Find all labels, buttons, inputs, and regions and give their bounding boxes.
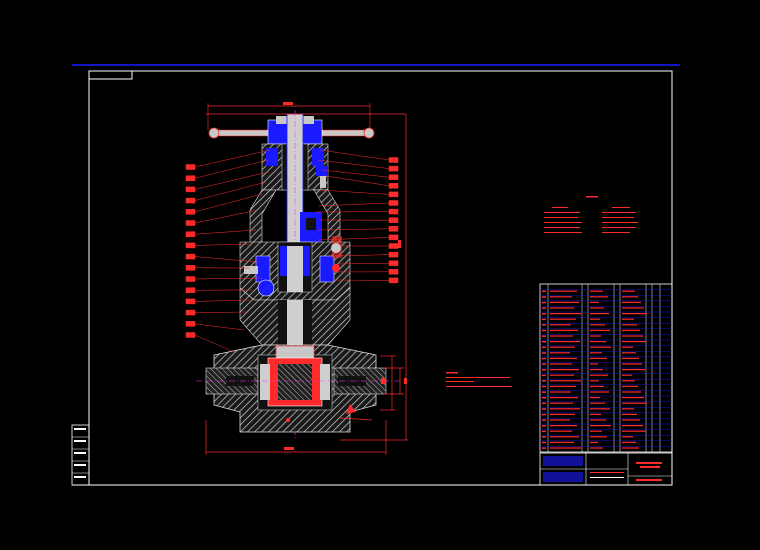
left-side-revision-block: [71, 424, 90, 486]
bom-row: [542, 419, 640, 421]
left-callout-label: [185, 186, 196, 193]
right-callout-leader: [317, 159, 390, 169]
bom-row: [542, 324, 637, 326]
left-callout-label: [185, 209, 196, 215]
left-callout-leader: [194, 323, 245, 331]
bom-row: [542, 391, 641, 393]
left-callout-label: [185, 220, 196, 226]
right-callout-leader: [321, 169, 390, 178]
right-callout-label: [388, 226, 399, 232]
bom-row: [542, 346, 633, 349]
left-callout-label: [185, 276, 196, 282]
right-callout-label: [388, 260, 399, 266]
bom-row: [542, 380, 635, 382]
right-callout-label: [388, 251, 399, 258]
left-callout-leader: [194, 181, 267, 201]
left-callout-label: [185, 242, 196, 249]
bom-row: [542, 441, 636, 444]
left-callout-label: [185, 197, 196, 204]
left-callout-label: [185, 332, 196, 338]
right-callout-label: [388, 174, 399, 180]
bom-row: [542, 402, 647, 405]
right-callout-label: [388, 208, 399, 215]
bom-row: [542, 374, 632, 377]
right-callout-leader: [319, 149, 390, 161]
bom-row: [542, 341, 646, 343]
bom-row: [542, 301, 641, 304]
bom-row: [542, 363, 642, 365]
frame-corner-label-box: [88, 70, 133, 80]
bom-row: [542, 290, 635, 293]
bom-row: [542, 296, 638, 298]
bom-row: [542, 425, 643, 427]
left-callout-label: [185, 265, 196, 271]
right-callout-label: [388, 183, 399, 189]
bom-row: [542, 335, 643, 337]
cad-drawing-canvas: [71, 64, 680, 486]
left-callout-label: [185, 164, 196, 170]
bom-row: [542, 447, 639, 449]
bom-row: [542, 385, 638, 388]
bom-row: [542, 357, 639, 360]
left-callout-label: [185, 298, 196, 305]
left-callout-label: [185, 309, 196, 316]
right-callout-label: [388, 277, 399, 284]
bom-row: [542, 352, 636, 354]
left-callout-leader: [194, 311, 247, 313]
technical-requirements-block: [544, 196, 638, 233]
right-callout-label: [388, 234, 399, 241]
bom-row: [542, 436, 633, 438]
gate-valve-section-icon: [196, 102, 400, 440]
left-callout-leader: [194, 171, 269, 190]
left-callout-label: [185, 321, 196, 327]
left-callout-leader: [194, 209, 259, 224]
left-callout-leader: [194, 149, 271, 168]
right-callout-label: [388, 217, 399, 223]
bom-row: [542, 397, 644, 399]
right-callout-label: [388, 157, 399, 163]
left-callout-leader: [194, 229, 257, 235]
left-callout-leader: [194, 334, 235, 353]
right-callout-label: [388, 165, 399, 172]
left-callout-label: [185, 253, 196, 260]
bom-row: [542, 430, 646, 433]
bom-row: [542, 369, 645, 371]
right-callout-leader: [325, 175, 390, 187]
left-callout-leader: [194, 159, 269, 179]
right-callout-label: [388, 269, 399, 275]
bom-row: [542, 329, 640, 332]
right-callout-label: [388, 191, 399, 198]
bom-row: [542, 307, 644, 309]
left-callout-label: [185, 231, 196, 237]
title-block: [539, 452, 673, 486]
drawing-frame: [88, 70, 673, 486]
left-callout-label: [185, 175, 196, 181]
bom-row: [542, 313, 647, 315]
left-callout-label: [185, 287, 196, 293]
bom-row: [542, 413, 637, 416]
right-callout-label: [388, 243, 399, 249]
bill-of-materials-table: [539, 283, 673, 453]
technical-notes-block: [446, 372, 512, 387]
right-callout-label: [388, 200, 399, 206]
